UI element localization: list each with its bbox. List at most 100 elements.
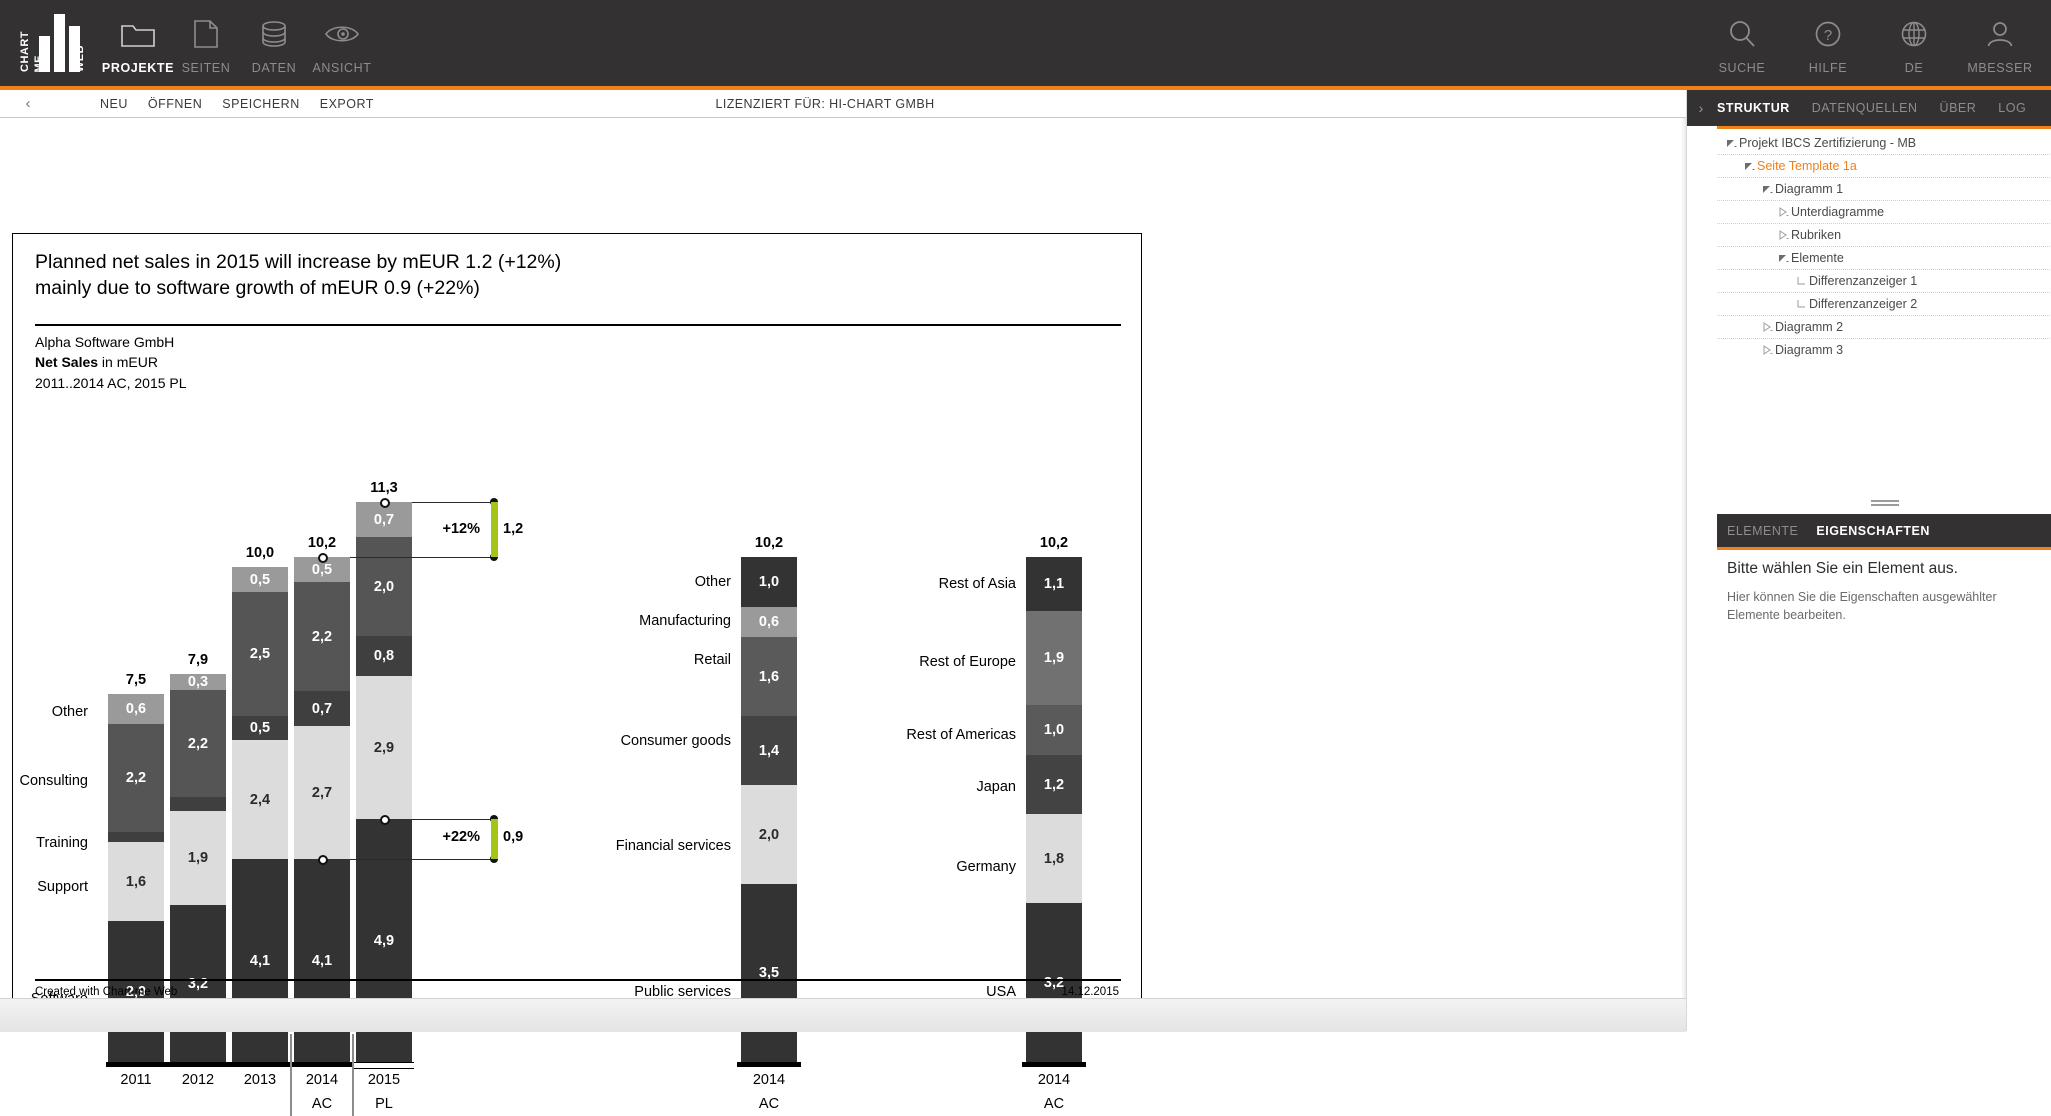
nav-item-ansicht[interactable]: ANSICHT [308, 8, 376, 84]
tree-item-differenzanzeiger-2[interactable]: Differenzanzeiger 2 [1717, 293, 2051, 316]
tab-datenquellen[interactable]: DATENQUELLEN [1812, 101, 1918, 115]
delta-percent-total: +12% [442, 521, 481, 537]
delta-sw-anchor-dot-2014 [318, 855, 328, 865]
tree-item-elemente[interactable]: Elemente [1717, 247, 2051, 270]
collapsed-triangle-icon[interactable] [1759, 319, 1775, 335]
segment-industry-financial-services[interactable]: 2,0 [741, 785, 797, 884]
segment-region-germany[interactable]: 1,8 [1026, 814, 1082, 903]
segment-region-rest-of-americas[interactable]: 1,0 [1026, 705, 1082, 755]
x-tick-2015: 2015 [367, 1072, 401, 1088]
chart-net-sales-by-region[interactable]: 10,2 1,1 1,9 1,0 1,2 1,8 3,2 Rest of Asi… [803, 234, 1103, 1112]
properties-tabs: ELEMENTE EIGENSCHAFTEN [1727, 514, 1930, 547]
expanded-triangle-icon[interactable] [1759, 181, 1775, 197]
expanded-triangle-icon[interactable] [1723, 135, 1739, 151]
delta-percent-software: +22% [442, 829, 481, 845]
tab-ueber[interactable]: ÜBER [1940, 101, 1977, 115]
segment-2014-training[interactable]: 0,7 [294, 691, 350, 726]
segment-region-rest-of-europe[interactable]: 1,9 [1026, 611, 1082, 705]
bar-2014-ac[interactable]: 0,5 2,2 0,7 2,7 4,1 [294, 557, 350, 1062]
chart-net-sales-by-product[interactable]: Other Consulting Training Support Softwa… [13, 234, 523, 1116]
segment-2011-consulting[interactable]: 2,2 [108, 724, 164, 832]
total-label-2012: 7,9 [187, 652, 209, 668]
collapsed-triangle-icon[interactable] [1775, 227, 1791, 243]
canvas-horizontal-scrollbar[interactable] [0, 998, 1686, 1032]
segment-2014-support[interactable]: 2,7 [294, 726, 350, 859]
tree-item-rubriken[interactable]: Rubriken [1717, 224, 2051, 247]
segment-2012-other[interactable]: 0,3 [170, 674, 226, 690]
segment-industry-retail[interactable]: 1,6 [741, 637, 797, 716]
tree-item-unterdiagramme[interactable]: Unterdiagramme [1717, 201, 2051, 224]
menu-item-oeffnen[interactable]: ÖFFNEN [148, 97, 202, 111]
segment-2015-consulting[interactable]: 2,0 [356, 537, 412, 636]
nav-item-user[interactable]: MBESSER [1957, 8, 2043, 84]
x-scenario-2014: AC [311, 1096, 333, 1112]
nav-item-hilfe[interactable]: ? HILFE [1785, 8, 1871, 84]
app-logo[interactable]: CHART ME WEB [14, 6, 86, 80]
help-icon: ? [1813, 13, 1843, 55]
nav-label-hilfe: HILFE [1808, 61, 1848, 75]
segment-2013-consulting[interactable]: 2,5 [232, 592, 288, 716]
segment-2014-consulting[interactable]: 2,2 [294, 582, 350, 691]
segment-industry-manufacturing[interactable]: 0,6 [741, 607, 797, 637]
eye-icon [324, 13, 360, 55]
nav-label-projekte: PROJEKTE [101, 61, 175, 75]
bar-2013[interactable]: 0,5 2,5 0,5 2,4 4,1 [232, 567, 288, 1062]
nav-item-seiten[interactable]: SEITEN [172, 8, 240, 84]
tab-struktur[interactable]: STRUKTUR [1717, 101, 1790, 115]
segment-2012-training[interactable] [170, 797, 226, 811]
segment-industry-public-services[interactable]: 3,5 [741, 884, 797, 1062]
segment-2012-consulting[interactable]: 2,2 [170, 690, 226, 797]
menu-item-export[interactable]: EXPORT [320, 97, 374, 111]
chart-net-sales-by-industry[interactable]: 10,2 1,0 0,6 1,6 1,4 2,0 3,5 Other Manuf… [553, 234, 833, 1112]
logo-text-web: WEB [74, 44, 86, 72]
segment-region-rest-of-asia[interactable]: 1,1 [1026, 557, 1082, 611]
segment-2012-software[interactable]: 3,2 [170, 905, 226, 1062]
panel-collapse-chevron-icon[interactable]: › [1687, 90, 1715, 126]
segment-industry-consumer-goods[interactable]: 1,4 [741, 716, 797, 785]
tree-item-diagramm-2[interactable]: Diagramm 2 [1717, 316, 2051, 339]
segment-2013-other[interactable]: 0,5 [232, 567, 288, 592]
segment-2015-support[interactable]: 2,9 [356, 676, 412, 819]
x-tick-2013: 2013 [243, 1072, 277, 1088]
segment-2011-other[interactable]: 0,6 [108, 694, 164, 724]
tree-item-seite-template[interactable]: Seite Template 1a [1717, 155, 2051, 178]
report-card[interactable]: Planned net sales in 2015 will increase … [12, 233, 1142, 1116]
segment-region-usa[interactable]: 3,2 [1026, 903, 1082, 1062]
page-icon [193, 13, 219, 55]
tab-elemente[interactable]: ELEMENTE [1727, 524, 1798, 538]
expanded-triangle-icon[interactable] [1775, 250, 1791, 266]
nav-item-daten[interactable]: DATEN [240, 8, 308, 84]
nav-item-projekte[interactable]: PROJEKTE [101, 8, 175, 84]
industry-label-manufacturing: Manufacturing [639, 613, 731, 629]
segment-region-japan[interactable]: 1,2 [1026, 755, 1082, 814]
panel-splitter-handle[interactable] [1717, 490, 2051, 512]
segment-2012-support[interactable]: 1,9 [170, 811, 226, 905]
structure-tree: Projekt IBCS Zertifizierung - MB Seite T… [1717, 132, 2051, 361]
menu-item-speichern[interactable]: SPEICHERN [222, 97, 299, 111]
region-label-japan: Japan [976, 779, 1016, 795]
collapsed-triangle-icon[interactable] [1759, 342, 1775, 358]
region-x-axis-baseline [1022, 1062, 1086, 1067]
expanded-triangle-icon[interactable] [1741, 158, 1757, 174]
logo-text-me: ME [33, 54, 45, 73]
back-chevron-icon[interactable]: ‹ [14, 90, 42, 117]
bar-industry-2014[interactable]: 1,0 0,6 1,6 1,4 2,0 3,5 [741, 557, 797, 1062]
nav-item-sprache[interactable]: DE [1871, 8, 1957, 84]
segment-2015-training[interactable]: 0,8 [356, 636, 412, 676]
nav-item-suche[interactable]: SUCHE [1699, 8, 1785, 84]
industry-label-financial-services: Financial services [615, 838, 731, 854]
segment-industry-other[interactable]: 1,0 [741, 557, 797, 607]
segment-2013-training[interactable]: 0,5 [232, 716, 288, 740]
menu-item-neu[interactable]: NEU [100, 97, 128, 111]
tree-item-diagramm-1[interactable]: Diagramm 1 [1717, 178, 2051, 201]
tree-item-diagramm-3[interactable]: Diagramm 3 [1717, 339, 2051, 361]
tree-item-projekt[interactable]: Projekt IBCS Zertifizierung - MB [1717, 132, 2051, 155]
tree-item-differenzanzeiger-1[interactable]: Differenzanzeiger 1 [1717, 270, 2051, 293]
tab-eigenschaften[interactable]: EIGENSCHAFTEN [1816, 524, 1929, 538]
bar-2015-pl[interactable]: 0,7 2,0 0,8 2,9 4,9 [356, 502, 412, 1062]
segment-2011-training[interactable] [108, 832, 164, 842]
tab-log[interactable]: LOG [1998, 101, 2026, 115]
segment-2013-support[interactable]: 2,4 [232, 740, 288, 859]
segment-2011-support[interactable]: 1,6 [108, 842, 164, 921]
collapsed-triangle-icon[interactable] [1775, 204, 1791, 220]
